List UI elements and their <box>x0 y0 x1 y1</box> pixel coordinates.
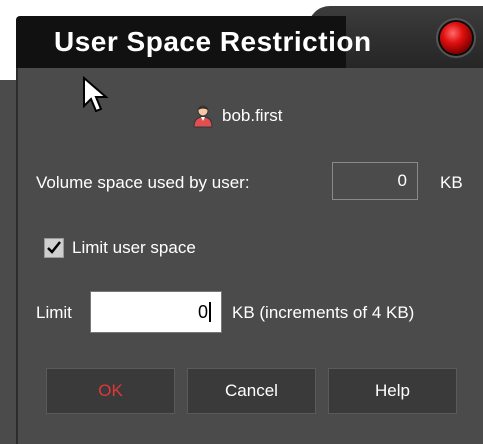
volume-used-field: 0 <box>332 162 418 200</box>
mouse-pointer-icon <box>83 76 109 113</box>
dialog-title: User Space Restriction <box>54 26 372 57</box>
limit-unit-note: KB (increments of 4 KB) <box>232 303 415 322</box>
limit-value: 0 <box>197 302 211 322</box>
help-button[interactable]: Help <box>328 368 457 414</box>
volume-used-unit: KB <box>440 173 463 192</box>
limit-user-space-label[interactable]: Limit user space <box>72 238 196 258</box>
checkmark-icon <box>47 241 61 254</box>
user-icon <box>192 104 214 128</box>
ok-button[interactable]: OK <box>46 368 175 414</box>
limit-user-space-checkbox[interactable] <box>44 238 64 258</box>
limit-input[interactable]: 0 <box>90 291 222 333</box>
volume-used-label: Volume space used by user: <box>36 173 250 192</box>
user-name: bob.first <box>222 106 283 125</box>
dialog-window: User Space Restriction bob.first Volume … <box>0 0 483 444</box>
close-icon[interactable] <box>440 22 472 54</box>
limit-label: Limit <box>36 303 72 322</box>
cancel-button[interactable]: Cancel <box>187 368 316 414</box>
